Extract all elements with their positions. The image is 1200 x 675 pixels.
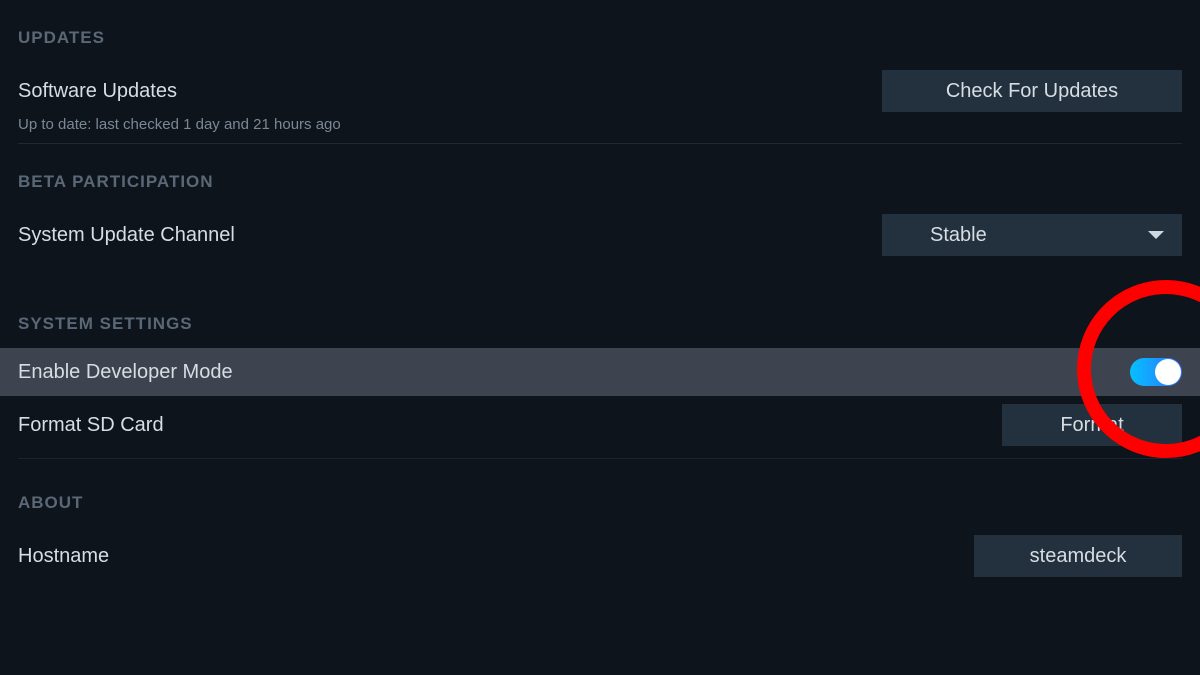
system-settings-section-header: SYSTEM SETTINGS <box>18 314 1182 334</box>
updates-section-header: UPDATES <box>18 28 1182 48</box>
format-sd-row: Format SD Card Format <box>18 396 1182 454</box>
chevron-down-icon <box>1148 231 1164 239</box>
software-updates-row: Software Updates Check For Updates <box>18 62 1182 120</box>
divider <box>18 143 1182 144</box>
developer-mode-label: Enable Developer Mode <box>18 361 233 384</box>
developer-mode-row[interactable]: Enable Developer Mode <box>0 348 1200 396</box>
hostname-row: Hostname steamdeck <box>18 527 1182 585</box>
format-sd-label: Format SD Card <box>18 414 164 437</box>
toggle-knob <box>1155 359 1181 385</box>
developer-mode-toggle[interactable] <box>1130 358 1182 386</box>
settings-page: UPDATES Software Updates Check For Updat… <box>0 0 1200 675</box>
hostname-label: Hostname <box>18 545 109 568</box>
software-updates-label: Software Updates <box>18 80 177 103</box>
beta-section-header: BETA PARTICIPATION <box>18 172 1182 192</box>
format-sd-button[interactable]: Format <box>1002 404 1182 446</box>
update-channel-select[interactable]: Stable <box>882 214 1182 256</box>
update-channel-row: System Update Channel Stable <box>18 206 1182 264</box>
check-for-updates-button[interactable]: Check For Updates <box>882 70 1182 112</box>
update-channel-value: Stable <box>930 224 1148 247</box>
about-section-header: ABOUT <box>18 493 1182 513</box>
hostname-value-button[interactable]: steamdeck <box>974 535 1182 577</box>
update-channel-label: System Update Channel <box>18 224 235 247</box>
